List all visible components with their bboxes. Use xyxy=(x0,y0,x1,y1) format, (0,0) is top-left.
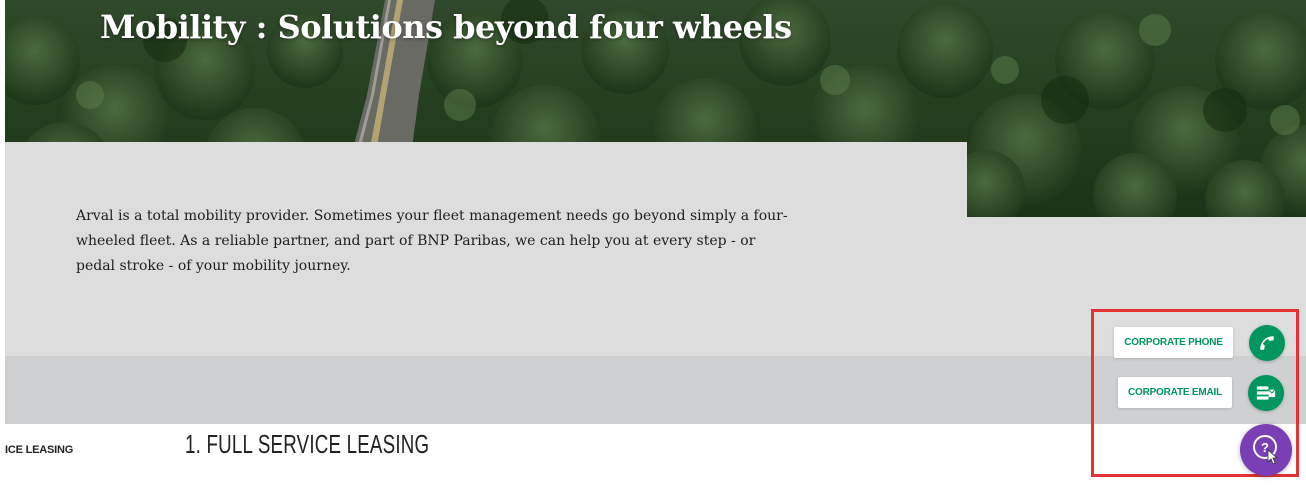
corporate-phone-label[interactable]: CORPORATE PHONE xyxy=(1114,327,1233,358)
hero-title: Mobility : Solutions beyond four wheels xyxy=(100,8,792,46)
corporate-phone-button[interactable] xyxy=(1249,325,1285,361)
intro-panel: Arval is a total mobility provider. Some… xyxy=(5,142,967,356)
contact-card-icon xyxy=(1256,386,1276,400)
section-tab-label[interactable]: ICE LEASING xyxy=(5,444,73,456)
phone-icon xyxy=(1260,336,1274,350)
corporate-email-label[interactable]: CORPORATE EMAIL xyxy=(1118,377,1232,408)
corporate-email-button[interactable] xyxy=(1248,375,1284,411)
help-question-icon: ? xyxy=(1253,435,1279,465)
intro-paragraph: Arval is a total mobility provider. Some… xyxy=(76,208,788,274)
help-button[interactable]: ? xyxy=(1240,424,1292,476)
section-heading: 1. FULL SERVICE LEASING xyxy=(185,429,430,459)
